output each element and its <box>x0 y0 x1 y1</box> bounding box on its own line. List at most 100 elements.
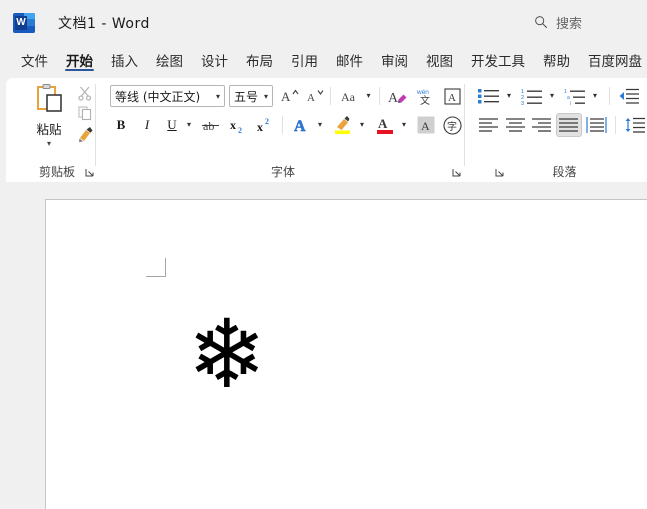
strikethrough-button[interactable]: ab <box>199 114 223 136</box>
numbering-button[interactable]: 1 2 3 <box>519 85 545 107</box>
svg-text:A: A <box>294 118 306 134</box>
svg-text:Aa: Aa <box>341 90 356 103</box>
superscript-button[interactable]: x 2 <box>254 114 278 136</box>
subscript-button[interactable]: x 2 <box>227 114 251 136</box>
distribute-button[interactable] <box>584 114 610 136</box>
word-logo-letter: W <box>15 16 27 30</box>
svg-text:x: x <box>230 118 236 132</box>
character-border-button[interactable]: A <box>440 85 464 107</box>
underline-button[interactable]: U <box>161 114 183 136</box>
document-page[interactable]: ❄ <box>45 199 647 509</box>
chevron-down-icon[interactable]: ▾ <box>216 92 220 101</box>
chevron-down-icon[interactable]: ▾ <box>47 140 51 148</box>
paste-button-label: 粘贴 <box>36 122 62 137</box>
phonetic-guide-button[interactable]: wén 文 <box>413 85 437 107</box>
change-case-icon: Aa <box>341 90 356 103</box>
text-effects-icon: A <box>294 118 306 134</box>
subscript-icon: x 2 <box>230 118 242 134</box>
line-spacing-icon <box>625 117 645 133</box>
bullet-list-icon <box>478 89 499 104</box>
document-scroll-area[interactable]: ❄ <box>0 182 647 509</box>
font-color-icon: A <box>377 116 393 134</box>
italic-button[interactable]: I <box>136 114 158 136</box>
tab-layout[interactable]: 布局 <box>237 45 282 75</box>
grow-font-icon: A <box>281 89 299 104</box>
svg-text:A: A <box>421 119 430 133</box>
tab-draw[interactable]: 绘图 <box>147 45 192 75</box>
character-shading-button[interactable]: A <box>415 114 437 136</box>
paragraph-dialog-launcher[interactable] <box>494 166 506 178</box>
numbering-options-button[interactable]: ▾ <box>545 85 559 107</box>
tab-insert[interactable]: 插入 <box>102 45 147 75</box>
svg-text:wén: wén <box>416 89 429 96</box>
chevron-down-icon: ▾ <box>401 120 406 129</box>
chevron-down-icon: ▾ <box>186 120 191 129</box>
tab-review[interactable]: 审阅 <box>372 45 417 75</box>
svg-text:A: A <box>448 92 456 104</box>
multilevel-options-button[interactable]: ▾ <box>588 85 602 107</box>
multilevel-list-button[interactable]: 1 a i <box>562 85 588 107</box>
shrink-font-button[interactable]: A <box>305 85 327 107</box>
tab-design[interactable]: 设计 <box>192 45 237 75</box>
text-effects-options-button[interactable]: ▾ <box>313 114 327 136</box>
snowflake-character[interactable]: ❄ <box>187 308 267 403</box>
font-size-value: 五号 <box>234 89 259 104</box>
character-shading-icon: A <box>417 116 435 134</box>
copy-button[interactable] <box>74 103 96 123</box>
grow-font-button[interactable]: A <box>279 85 301 107</box>
bullets-options-button[interactable]: ▾ <box>502 85 516 107</box>
align-left-button[interactable] <box>476 114 502 136</box>
ribbon-group-clipboard: 粘贴 ▾ 剪贴板 <box>16 78 98 182</box>
chevron-down-icon: ▾ <box>592 91 597 100</box>
format-painter-icon <box>78 126 92 142</box>
decrease-indent-button[interactable] <box>616 85 642 107</box>
tab-baidu-netdisk[interactable]: 百度网盘 <box>579 45 647 75</box>
tab-file[interactable]: 文件 <box>12 45 57 75</box>
text-highlight-button[interactable] <box>331 114 355 136</box>
svg-text:2: 2 <box>265 117 269 126</box>
tab-home[interactable]: 开始 <box>57 45 102 75</box>
change-case-button[interactable]: Aa ▾ <box>337 85 375 107</box>
text-effects-button[interactable]: A <box>289 114 313 136</box>
justify-icon <box>559 117 578 132</box>
align-center-button[interactable] <box>503 114 529 136</box>
bold-button[interactable]: B <box>110 114 132 136</box>
clipboard-dialog-launcher[interactable] <box>84 166 96 178</box>
dialog-launcher-icon <box>85 169 94 177</box>
search-input-placeholder[interactable]: 搜索 <box>556 13 582 32</box>
underline-options-button[interactable]: ▾ <box>182 114 196 136</box>
font-name-combo[interactable]: 等线 (中文正文) ▾ <box>110 85 225 107</box>
cut-button[interactable] <box>74 83 96 103</box>
tab-mailings[interactable]: 邮件 <box>327 45 372 75</box>
copy-icon <box>78 106 92 121</box>
text-highlight-icon <box>335 116 350 134</box>
font-color-button[interactable]: A <box>373 114 397 136</box>
tab-view[interactable]: 视图 <box>417 45 462 75</box>
tab-developer[interactable]: 开发工具 <box>462 45 534 75</box>
justify-button[interactable] <box>556 113 582 137</box>
highlight-options-button[interactable]: ▾ <box>355 114 369 136</box>
enclose-characters-button[interactable]: 字 <box>441 114 463 136</box>
font-color-options-button[interactable]: ▾ <box>397 114 411 136</box>
svg-text:A: A <box>281 89 291 104</box>
chevron-down-icon[interactable]: ▾ <box>264 92 268 101</box>
clear-formatting-button[interactable]: A <box>386 85 410 107</box>
chevron-down-icon[interactable]: ▾ <box>366 92 370 100</box>
svg-text:字: 字 <box>447 120 457 133</box>
svg-text:2: 2 <box>238 126 242 134</box>
format-painter-button[interactable] <box>74 124 96 144</box>
paste-icon <box>37 84 62 112</box>
font-dialog-launcher[interactable] <box>451 166 463 178</box>
align-right-button[interactable] <box>529 114 555 136</box>
enclose-characters-icon: 字 <box>442 115 462 135</box>
tab-help[interactable]: 帮助 <box>534 45 579 75</box>
paste-button[interactable]: 粘贴 ▾ <box>26 83 72 148</box>
tab-references[interactable]: 引用 <box>282 45 327 75</box>
search-box[interactable]: 搜索 <box>528 9 647 35</box>
font-size-combo[interactable]: 五号 ▾ <box>229 85 273 107</box>
line-spacing-button[interactable] <box>622 114 647 136</box>
title-bar: W 文档1 - Word 搜索 <box>0 0 647 45</box>
bullets-button[interactable] <box>476 85 502 107</box>
ribbon-group-paragraph: ▾ 1 2 3 ▾ 1 a i ▾ 段落 <box>468 78 647 182</box>
clear-formatting-icon: A <box>388 91 407 105</box>
